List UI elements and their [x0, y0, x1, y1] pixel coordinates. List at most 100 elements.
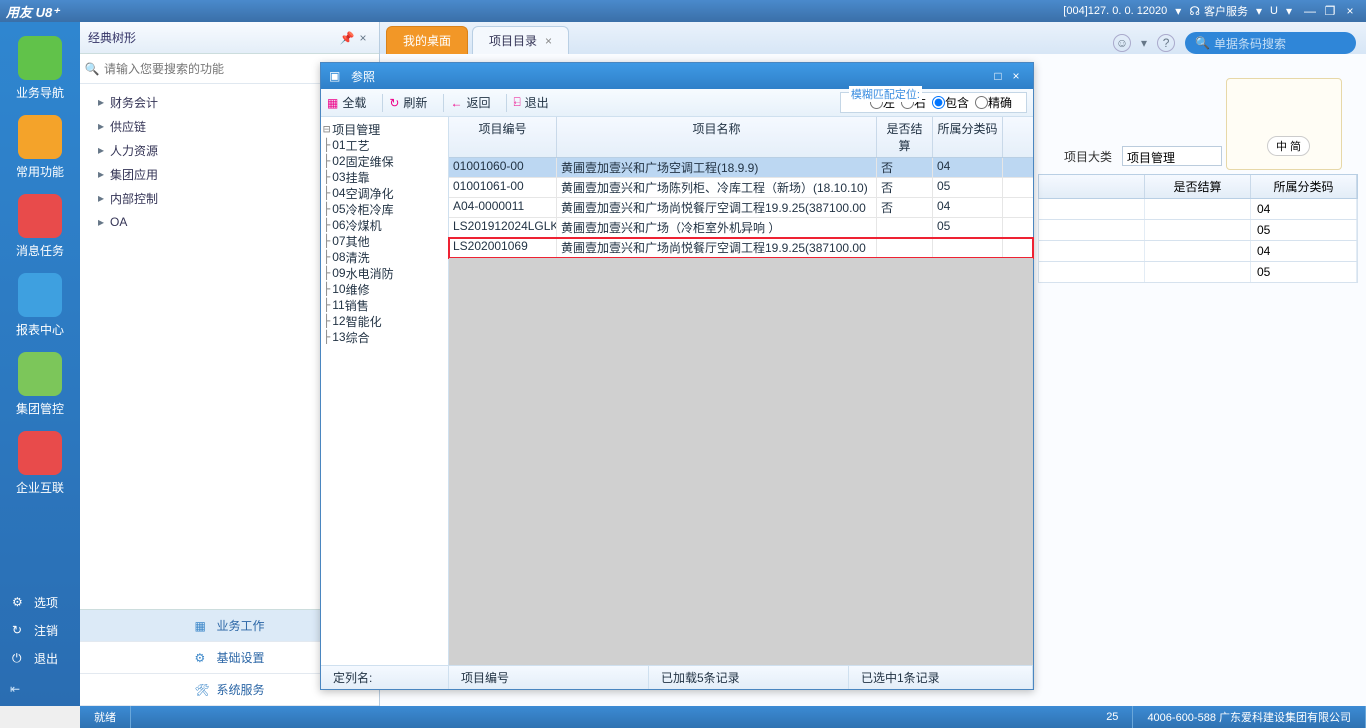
cell-cat: [933, 238, 1003, 257]
lang-badge[interactable]: 中 简: [1267, 136, 1310, 156]
tree-item[interactable]: ├ 10 维修: [323, 281, 446, 297]
tab-label: 我的桌面: [403, 32, 451, 49]
tab-desktop[interactable]: 我的桌面: [386, 26, 468, 54]
tree-item[interactable]: ├ 02 固定维保: [323, 153, 446, 169]
caret-icon: ▸: [98, 191, 110, 205]
nav-common[interactable]: 常用功能: [8, 115, 72, 180]
col-catcode: 所属分类码: [1251, 175, 1357, 198]
back-button[interactable]: ← 返回: [450, 94, 490, 111]
category-tree: ⊟ 项目管理 ├ 01 工艺 ├ 02 固定维保 ├ 03 挂靠 ├ 04 空调…: [321, 117, 449, 665]
table-row[interactable]: 05: [1038, 220, 1358, 241]
refresh-button[interactable]: ↻刷新: [389, 94, 427, 111]
table-row[interactable]: 04: [1038, 199, 1358, 220]
tree-item[interactable]: ├ 01 工艺: [323, 137, 446, 153]
category-field[interactable]: 项目管理: [1122, 146, 1222, 166]
u-menu[interactable]: U: [1270, 5, 1278, 17]
cell: 04: [1251, 199, 1357, 219]
radio-label: 精确: [988, 94, 1012, 111]
nav-messages[interactable]: 消息任务: [8, 194, 72, 259]
exit-button[interactable]: ⍇退出: [513, 94, 548, 111]
status-ready: 就绪: [80, 706, 131, 728]
nav-node-label: OA: [110, 215, 127, 229]
pin-icon[interactable]: 📌: [339, 31, 355, 45]
gear-icon: ⚙: [194, 651, 210, 665]
chev-down-icon[interactable]: ▾: [1286, 4, 1292, 18]
col-a: [1039, 175, 1145, 198]
btn-label: 返回: [466, 94, 490, 111]
tree-item[interactable]: ├ 09 水电消防: [323, 265, 446, 281]
tree-item[interactable]: ├ 07 其他: [323, 233, 446, 249]
tree-item-num: 11: [332, 298, 344, 312]
fullload-button[interactable]: ▦全载: [327, 94, 366, 111]
match-exact[interactable]: 精确: [975, 94, 1012, 111]
nav-business[interactable]: 业务导航: [8, 36, 72, 101]
customer-service[interactable]: 客户服务: [1204, 3, 1248, 19]
col-cat[interactable]: 所属分类码: [933, 117, 1003, 157]
grid-header: 项目编号 项目名称 是否结算 所属分类码: [449, 117, 1033, 158]
headset-icon: ☊: [1189, 4, 1200, 18]
nav-group[interactable]: 集团管控: [8, 352, 72, 417]
options-button[interactable]: ⚙选项: [0, 588, 80, 616]
btn-label: 退出: [525, 94, 549, 111]
col-name[interactable]: 项目名称: [557, 117, 877, 157]
minimize-icon[interactable]: —: [1302, 4, 1318, 18]
table-row[interactable]: 04: [1038, 241, 1358, 262]
table-row[interactable]: A04-0000011黄圃壹加壹兴和广场尚悦餐厅空调工程19.9.25(3871…: [449, 198, 1033, 218]
tree-item-num: 04: [332, 186, 345, 200]
tree-item[interactable]: ├ 13 综合: [323, 329, 446, 345]
nav-enterprise[interactable]: 企业互联: [8, 431, 72, 496]
power-icon: ↻: [12, 623, 28, 637]
cell-cat: 05: [933, 178, 1003, 197]
maximize-icon[interactable]: □: [989, 69, 1007, 83]
logout-button[interactable]: ↻注销: [0, 616, 80, 644]
nav-common-label: 常用功能: [8, 163, 72, 180]
exit-label: 退出: [34, 650, 58, 667]
close-icon[interactable]: ×: [1007, 69, 1025, 83]
tree-item[interactable]: ├ 08 清洗: [323, 249, 446, 265]
cell-closed: [877, 238, 933, 257]
cell: 05: [1251, 220, 1357, 240]
col-closed: 是否结算: [1145, 175, 1251, 198]
smile-icon[interactable]: ☺: [1113, 34, 1131, 52]
close-icon[interactable]: ×: [1342, 4, 1358, 18]
nav-node-label: 人力资源: [110, 142, 158, 159]
tab-project[interactable]: 项目目录×: [472, 26, 569, 54]
table-row[interactable]: 01001060-00黄圃壹加壹兴和广场空调工程(18.9.9)否04: [449, 158, 1033, 178]
app-icon: ▣: [329, 69, 345, 83]
barcode-search[interactable]: 🔍 单据条码搜索: [1185, 32, 1356, 54]
restore-icon[interactable]: ❐: [1322, 4, 1338, 18]
table-row[interactable]: 01001061-00黄圃壹加壹兴和广场陈列柜、冷库工程（新场）(18.10.1…: [449, 178, 1033, 198]
tree-item[interactable]: ├ 12 智能化: [323, 313, 446, 329]
tree-item[interactable]: ├ 04 空调净化: [323, 185, 446, 201]
tree-item[interactable]: ├ 06 冷煤机: [323, 217, 446, 233]
tree-root[interactable]: ⊟ 项目管理: [323, 121, 446, 137]
help-icon[interactable]: ?: [1157, 34, 1175, 52]
nav-reports[interactable]: 报表中心: [8, 273, 72, 338]
selected-count: 已选中1条记录: [861, 669, 940, 686]
status-num: 25: [1092, 706, 1133, 728]
tree-item[interactable]: ├ 03 挂靠: [323, 169, 446, 185]
chev-down-icon[interactable]: ▾: [1175, 4, 1181, 18]
cell-code: LS202001069: [449, 238, 557, 257]
match-contain[interactable]: 包含: [932, 94, 969, 111]
table-row[interactable]: 05: [1038, 262, 1358, 283]
tree-item[interactable]: ├ 11 销售: [323, 297, 446, 313]
cell-cat: 05: [933, 218, 1003, 237]
tree-item[interactable]: ├ 05 冷柜冷库: [323, 201, 446, 217]
collapse-arrow-icon[interactable]: ⇤: [0, 672, 80, 706]
close-icon[interactable]: ×: [355, 31, 371, 45]
back-icon: ←: [450, 96, 462, 110]
radio-label: 包含: [945, 94, 969, 111]
col-closed[interactable]: 是否结算: [877, 117, 933, 157]
chev-down-icon[interactable]: ▾: [1256, 4, 1262, 18]
app-statusbar: 就绪 25 4006-600-588 广东爱科建设集团有限公司: [80, 706, 1366, 728]
connection-info: [004]127. 0. 0. 12020: [1063, 5, 1167, 17]
tree-item-label: 其他: [346, 233, 370, 250]
caret-icon: ▸: [98, 95, 110, 109]
exit-button[interactable]: ⏻退出: [0, 644, 80, 672]
table-row[interactable]: LS201912024LGLK黄圃壹加壹兴和广场（冷柜室外机异响 ）05: [449, 218, 1033, 238]
table-row[interactable]: LS202001069黄圃壹加壹兴和广场尚悦餐厅空调工程19.9.25(3871…: [449, 238, 1033, 258]
chev-down-icon[interactable]: ▾: [1141, 36, 1147, 50]
col-code[interactable]: 项目编号: [449, 117, 557, 157]
close-icon[interactable]: ×: [545, 34, 552, 48]
